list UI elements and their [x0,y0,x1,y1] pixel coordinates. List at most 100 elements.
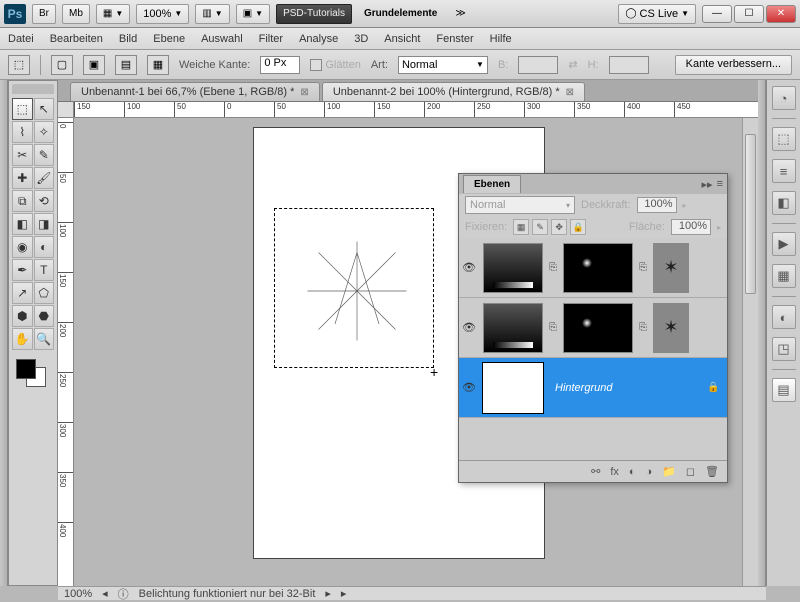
zoom-level[interactable]: 100% ▼ [136,4,189,24]
actions-panel-icon[interactable]: ▶ [772,232,796,256]
link-layers-icon[interactable]: ⚯ [591,465,600,478]
close-icon[interactable]: ⊠ [566,87,574,98]
mask-thumbnail[interactable] [563,243,633,293]
tool-blur[interactable]: ◉ [12,236,33,258]
tool-brush[interactable]: 🖌 [34,167,55,189]
tool-move[interactable]: ↖ [34,98,55,120]
adjustment-thumbnail[interactable] [483,303,543,353]
arrange-button[interactable]: ▥ ▼ [195,4,229,24]
tool-marquee[interactable]: ⬚ [12,98,33,120]
fill-input[interactable]: 100% [671,219,711,235]
new-layer-icon[interactable]: ◻ [686,465,695,478]
scrollbar-thumb[interactable] [745,134,756,294]
adjustment-icon[interactable]: ◑ [646,466,653,478]
close-icon[interactable]: ⊠ [300,87,308,98]
menu-ansicht[interactable]: Ansicht [384,33,420,45]
layer-name[interactable]: Hintergrund [547,382,707,394]
tool-type[interactable]: T [34,259,55,281]
mask-icon[interactable]: ◐ [629,466,636,478]
tab-doc2[interactable]: Unbenannt-2 bei 100% (Hintergrund, RGB/8… [322,82,585,101]
window-close[interactable]: ✕ [766,5,796,23]
view-extras-button[interactable]: ▦ ▼ [96,4,130,24]
antialias-checkbox[interactable] [310,59,322,71]
workspace-grundelemente[interactable]: Grundelemente [358,4,443,24]
selection-new[interactable]: ▢ [51,55,73,75]
minibridge-button[interactable]: Mb [62,4,90,24]
panel-collapse-icon[interactable]: ▸▸ [702,178,713,191]
layer-row-background[interactable]: 👁 Hintergrund 🔒 [459,358,727,418]
tool-pen[interactable]: ✒ [12,259,33,281]
tool-3dcam[interactable]: ⬣ [34,305,55,327]
tool-stamp[interactable]: ⧉ [12,190,33,212]
visibility-icon[interactable]: 👁 [459,381,479,394]
layer-row[interactable]: 👁 ⎘ ⎘ ✶ [459,238,727,298]
adjust-panel-icon[interactable]: ≡ [772,159,796,183]
foreground-color[interactable] [16,359,36,379]
status-zoom[interactable]: 100% [64,588,92,600]
menu-datei[interactable]: Datei [8,33,34,45]
styles-panel-icon[interactable]: ▦ [772,264,796,288]
selection-intersect[interactable]: ▦ [147,55,169,75]
fill-flyout[interactable]: ▸ [717,223,721,232]
tool-path[interactable]: ↗ [12,282,33,304]
selection-marquee[interactable] [274,208,434,368]
scrollbar-vertical[interactable] [742,118,758,586]
menu-fenster[interactable]: Fenster [436,33,473,45]
opacity-input[interactable]: 100% [637,197,677,213]
tool-eyedropper[interactable]: ✎ [34,144,55,166]
status-arrow[interactable]: ▸ [325,587,331,600]
screenmode-button[interactable]: ▣ ▼ [236,4,270,24]
layers-panel-icon[interactable]: ▤ [772,378,796,402]
mask-thumbnail[interactable] [563,303,633,353]
tool-dodge[interactable]: ◐ [34,236,55,258]
tool-history[interactable]: ⟲ [34,190,55,212]
lock-pixels[interactable]: ✎ [532,219,548,235]
color-panel-icon[interactable]: ◔ [772,86,796,110]
window-maximize[interactable]: ☐ [734,5,764,23]
tool-eraser[interactable]: ◧ [12,213,33,235]
app-logo[interactable]: Ps [4,4,26,24]
visibility-icon[interactable]: 👁 [459,261,479,274]
menu-hilfe[interactable]: Hilfe [490,33,512,45]
effect-thumbnail[interactable]: ✶ [653,303,689,353]
style-select[interactable]: Normal▼ [398,56,488,74]
layer-row[interactable]: 👁 ⎘ ⎘ ✶ [459,298,727,358]
menu-bearbeiten[interactable]: Bearbeiten [50,33,103,45]
bridge-button[interactable]: Br [32,4,56,24]
ruler-vertical[interactable]: 050100150200250300350400 [58,118,74,586]
tool-lasso[interactable]: ⌇ [12,121,33,143]
effect-thumbnail[interactable]: ✶ [653,243,689,293]
masks-panel-icon[interactable]: ◧ [772,191,796,215]
panel-menu-icon[interactable]: ≡ [717,178,723,191]
toolbox-grip[interactable] [12,84,54,94]
dock-strip-right[interactable] [758,80,766,586]
tool-heal[interactable]: ✚ [12,167,33,189]
tool-preset[interactable]: ⬚ [8,55,30,75]
layer-thumbnail[interactable] [483,363,543,413]
menu-analyse[interactable]: Analyse [299,33,338,45]
feather-input[interactable]: 0 Px [260,56,300,74]
tool-shape[interactable]: ⬠ [34,282,55,304]
workspace-psdtutorials[interactable]: PSD-Tutorials [276,4,352,24]
swatches-panel-icon[interactable]: ⬚ [772,127,796,151]
status-arrow2[interactable]: ▸ [341,587,347,600]
menu-bild[interactable]: Bild [119,33,137,45]
ruler-horizontal[interactable]: 15010050050100150200250300350400450 [74,102,758,118]
canvas-viewport[interactable]: + Ebenen ▸▸≡ Normal▾ Deckkraft: 100% ▸ [74,118,758,586]
menu-ebene[interactable]: Ebene [153,33,185,45]
tool-crop[interactable]: ✂ [12,144,33,166]
tool-wand[interactable]: ✧ [34,121,55,143]
fx-icon[interactable]: fx [610,466,619,478]
lock-position[interactable]: ✥ [551,219,567,235]
lock-all[interactable]: 🔒 [570,219,586,235]
dock-strip-left[interactable] [0,80,8,586]
circle-panel-icon[interactable]: ◐ [772,305,796,329]
lock-transparent[interactable]: ▦ [513,219,529,235]
selection-subtract[interactable]: ▤ [115,55,137,75]
tool-3d[interactable]: ⬢ [12,305,33,327]
opacity-flyout[interactable]: ▸ [683,201,687,210]
selection-add[interactable]: ▣ [83,55,105,75]
ruler-origin[interactable] [58,102,74,118]
visibility-icon[interactable]: 👁 [459,321,479,334]
tool-hand[interactable]: ✋ [12,328,33,350]
